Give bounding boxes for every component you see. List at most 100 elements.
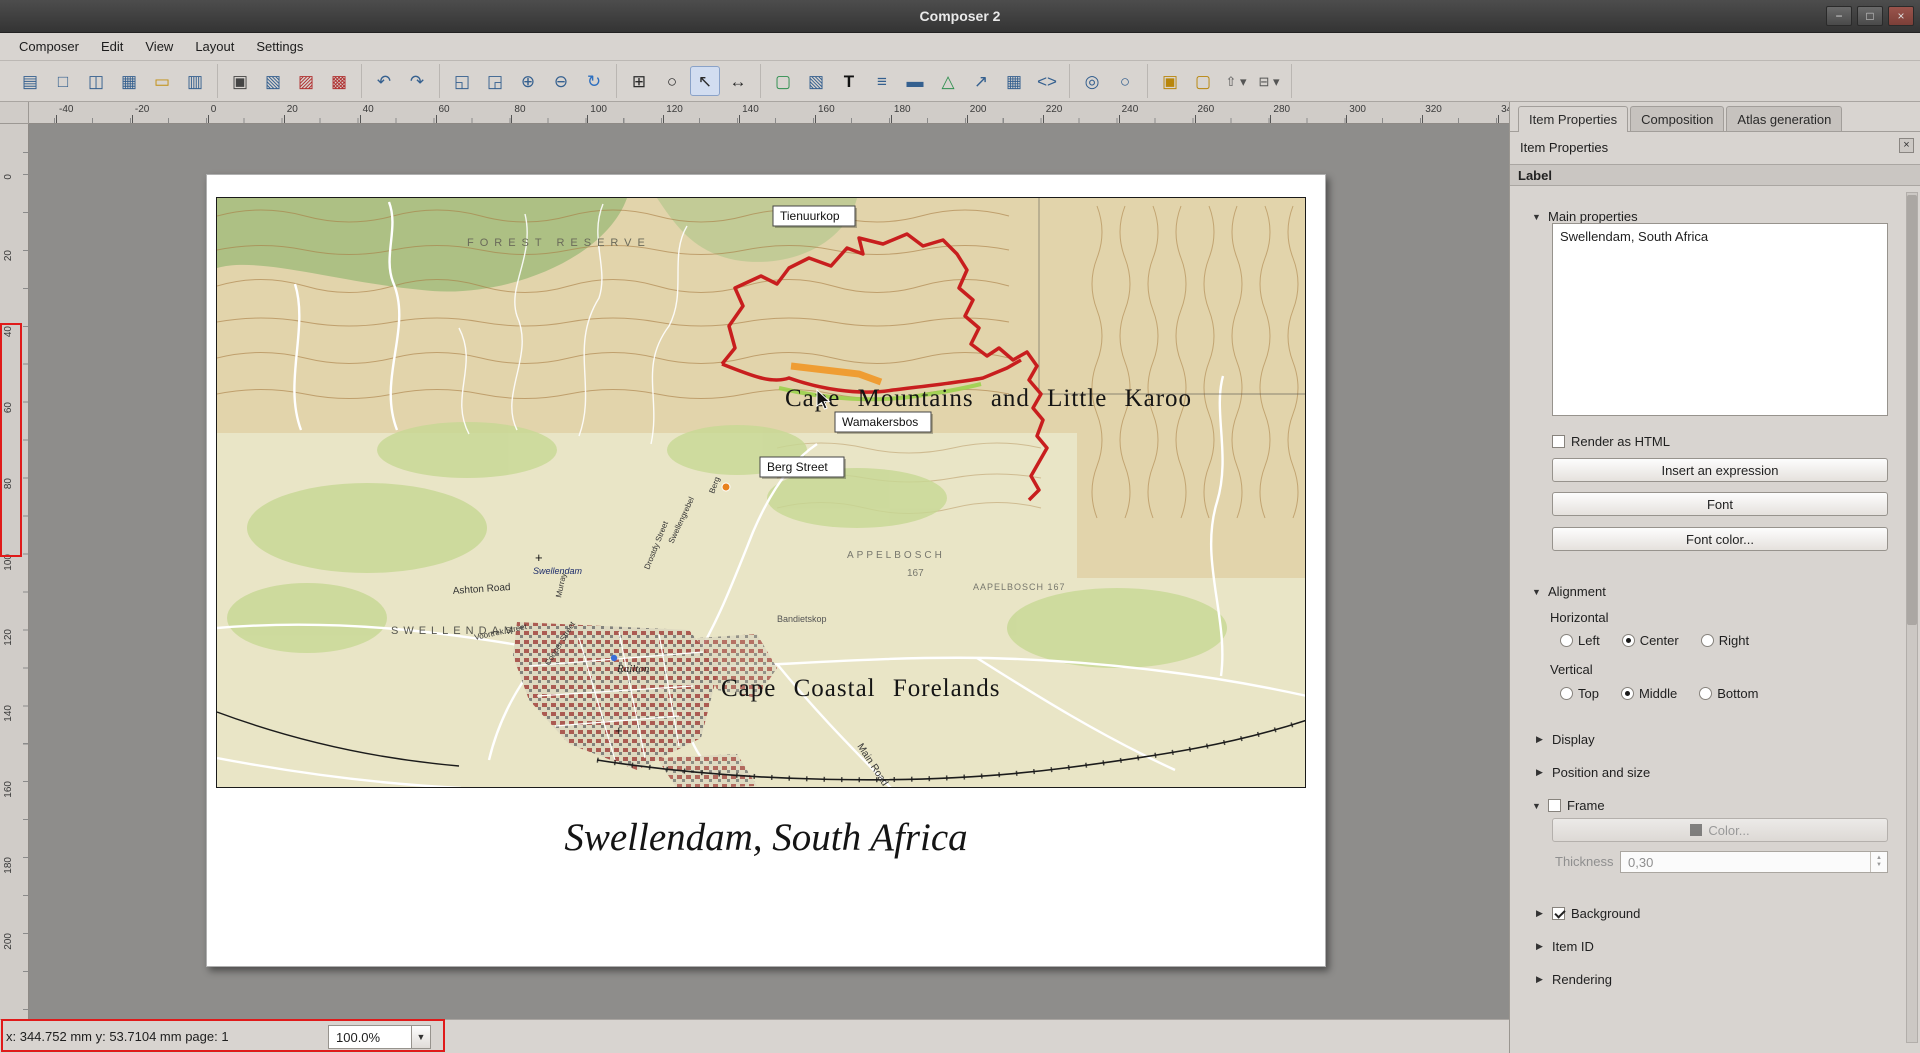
region-label-forelands: Cape Coastal Forelands xyxy=(721,675,1000,702)
ruler-tick: 20 xyxy=(284,104,298,115)
add-legend-button[interactable]: ≡ xyxy=(867,66,897,96)
export-pdf-button[interactable]: ▩ xyxy=(324,66,354,96)
menu-composer[interactable]: Composer xyxy=(8,35,90,58)
map-item[interactable]: + + FOREST RESERVE SWELLENDAM APPELBOSCH… xyxy=(216,197,1306,788)
redo-button[interactable]: ↷ xyxy=(402,66,432,96)
undo-button[interactable]: ↶ xyxy=(369,66,399,96)
print-button[interactable]: ▣ xyxy=(225,66,255,96)
zoom-full-button[interactable]: ◱ xyxy=(447,66,477,96)
alignment-group[interactable]: ▼ Alignment xyxy=(1532,584,1606,599)
zoom-out-button[interactable]: ⊖ xyxy=(546,66,576,96)
save-project-button[interactable]: ▤ xyxy=(15,66,45,96)
panel-close-button[interactable]: × xyxy=(1899,138,1914,153)
horizontal-alignment-radios: Left Center Right xyxy=(1560,633,1749,648)
radio-icon xyxy=(1701,634,1714,647)
add-shape-button[interactable]: △ xyxy=(933,66,963,96)
pan-tool-button[interactable]: ⊞ xyxy=(624,66,654,96)
radio-left[interactable]: Left xyxy=(1560,633,1600,648)
toolbar-group-zoom: ◱◲⊕⊖↻ xyxy=(440,64,617,98)
add-scalebar-button[interactable]: ▬ xyxy=(900,66,930,96)
minimize-button[interactable]: − xyxy=(1826,6,1852,26)
font-button[interactable]: Font xyxy=(1552,492,1888,516)
menu-layout[interactable]: Layout xyxy=(184,35,245,58)
background-group[interactable]: ▶ Background xyxy=(1536,906,1640,921)
load-template-button[interactable]: ▭ xyxy=(147,66,177,96)
map-title-label[interactable]: Swellendam, South Africa xyxy=(207,815,1325,860)
add-arrow-button[interactable]: ↗ xyxy=(966,66,996,96)
maximize-button[interactable]: □ xyxy=(1857,6,1883,26)
zoom-in-button[interactable]: ⊕ xyxy=(513,66,543,96)
radio-right[interactable]: Right xyxy=(1701,633,1749,648)
rendering-group[interactable]: ▶ Rendering xyxy=(1536,972,1612,987)
add-map-button[interactable]: ▢ xyxy=(768,66,798,96)
radio-middle[interactable]: Middle xyxy=(1621,686,1677,701)
composition-page[interactable]: + + FOREST RESERVE SWELLENDAM APPELBOSCH… xyxy=(206,174,1326,967)
tab-item-properties[interactable]: Item Properties xyxy=(1518,106,1628,132)
toolbar-icon: ⇧ ▾ xyxy=(1225,75,1246,88)
frame-group[interactable]: ▼ Frame xyxy=(1532,798,1605,813)
lock-items-button[interactable]: ▣ xyxy=(1155,66,1185,96)
region-label-karoo: Cape Mountains and Little Karoo xyxy=(785,385,1192,412)
railton-label: Railton xyxy=(616,663,650,675)
ruler-tick: 40 xyxy=(360,104,374,115)
raise-items-button[interactable]: ⇧ ▾ xyxy=(1221,66,1251,96)
composition-manager-button[interactable]: ▦ xyxy=(114,66,144,96)
main-properties-group[interactable]: ▼ Main properties xyxy=(1532,209,1638,224)
frame-checkbox[interactable] xyxy=(1548,799,1561,812)
duplicate-composition-button[interactable]: ◫ xyxy=(81,66,111,96)
svg-text:+: + xyxy=(615,723,623,738)
add-html-button[interactable]: <> xyxy=(1032,66,1062,96)
menu-edit[interactable]: Edit xyxy=(90,35,134,58)
scrollbar-thumb[interactable] xyxy=(1907,195,1917,625)
new-composition-button[interactable]: □ xyxy=(48,66,78,96)
collapse-triangle-icon: ▼ xyxy=(1532,587,1542,597)
panel-scrollbar[interactable] xyxy=(1906,192,1918,1043)
render-as-html-row[interactable]: Render as HTML xyxy=(1552,434,1670,449)
thickness-spinbox[interactable]: 0,30 ▲▼ xyxy=(1620,851,1888,873)
display-group[interactable]: ▶ Display xyxy=(1536,732,1595,747)
toolbar-icon: ▬ xyxy=(907,73,924,90)
toolbar-icon: ▢ xyxy=(775,73,791,90)
select-move-item-button[interactable]: ↖ xyxy=(690,66,720,96)
berg-street-marker xyxy=(722,483,730,491)
add-table-button[interactable]: ▦ xyxy=(999,66,1029,96)
menu-view[interactable]: View xyxy=(134,35,184,58)
tab-atlas-generation[interactable]: Atlas generation xyxy=(1726,106,1842,131)
ungroup-items-button[interactable]: ○ xyxy=(1110,66,1140,96)
ruler-tick: 100 xyxy=(587,104,607,115)
item-id-group[interactable]: ▶ Item ID xyxy=(1536,939,1594,954)
align-items-button[interactable]: ⊟ ▾ xyxy=(1254,66,1284,96)
close-button[interactable]: × xyxy=(1888,6,1914,26)
zoom-tool-button[interactable]: ○ xyxy=(657,66,687,96)
radio-center[interactable]: Center xyxy=(1622,633,1679,648)
label-text-input[interactable]: Swellendam, South Africa xyxy=(1552,223,1888,416)
export-svg-button[interactable]: ▨ xyxy=(291,66,321,96)
radio-icon xyxy=(1622,634,1635,647)
ruler-tick: 280 xyxy=(1270,104,1290,115)
zoom-actual-button[interactable]: ◲ xyxy=(480,66,510,96)
background-checkbox[interactable] xyxy=(1552,907,1565,920)
spinner-arrows-icon[interactable]: ▲▼ xyxy=(1870,852,1887,872)
refresh-view-button[interactable]: ↻ xyxy=(579,66,609,96)
toolbar-icon: <> xyxy=(1037,73,1057,90)
radio-bottom[interactable]: Bottom xyxy=(1699,686,1758,701)
export-image-button[interactable]: ▧ xyxy=(258,66,288,96)
move-item-content-button[interactable]: ↔ xyxy=(723,66,753,96)
toolbar-icon: ▣ xyxy=(1162,73,1178,90)
toolbar-icon: ≡ xyxy=(877,73,887,90)
render-as-html-checkbox[interactable] xyxy=(1552,435,1565,448)
frame-color-button[interactable]: Color... xyxy=(1552,818,1888,842)
menu-settings[interactable]: Settings xyxy=(245,35,314,58)
unlock-items-button[interactable]: ▢ xyxy=(1188,66,1218,96)
font-color-button[interactable]: Font color... xyxy=(1552,527,1888,551)
radio-top[interactable]: Top xyxy=(1560,686,1599,701)
add-label-button[interactable]: T xyxy=(834,66,864,96)
position-size-group[interactable]: ▶ Position and size xyxy=(1536,765,1650,780)
save-as-template-button[interactable]: ▥ xyxy=(180,66,210,96)
ruler-tick: 120 xyxy=(663,104,683,115)
add-image-button[interactable]: ▧ xyxy=(801,66,831,96)
color-swatch-icon xyxy=(1690,824,1702,836)
tab-composition[interactable]: Composition xyxy=(1630,106,1724,131)
insert-expression-button[interactable]: Insert an expression xyxy=(1552,458,1888,482)
group-items-button[interactable]: ◎ xyxy=(1077,66,1107,96)
